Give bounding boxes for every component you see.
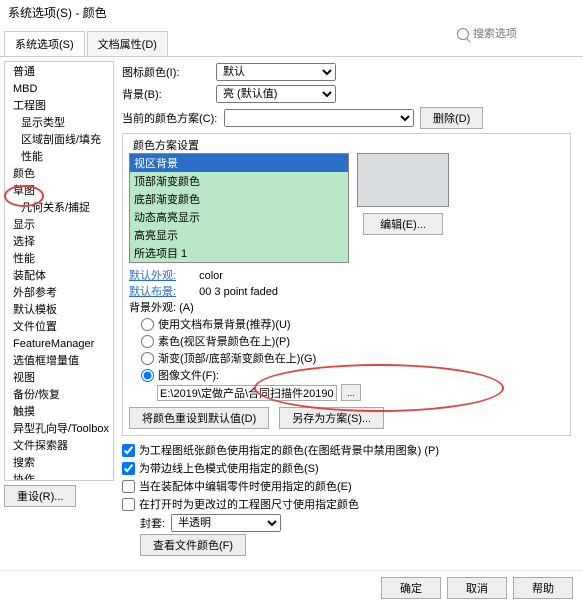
tree-item[interactable]: 选择 xyxy=(7,234,111,251)
tree-item[interactable]: 选值框增量值 xyxy=(7,353,111,370)
list-item[interactable]: 所选项目 1 xyxy=(130,244,348,262)
edit-color-button[interactable]: 编辑(E)... xyxy=(363,213,443,235)
tree-item[interactable]: 区域剖面线/填充 xyxy=(7,132,111,149)
tree-item[interactable]: 协作 xyxy=(7,472,111,481)
save-scheme-button[interactable]: 另存为方案(S)... xyxy=(279,407,384,429)
tree-item[interactable]: 备份/恢复 xyxy=(7,387,111,404)
tree-item[interactable]: 搜索 xyxy=(7,455,111,472)
cb-label: 在打开时为更改过的工程图尺寸使用指定颜色 xyxy=(139,496,359,512)
tree-item[interactable]: 草图 xyxy=(7,183,111,200)
tree-item[interactable]: 触摸 xyxy=(7,404,111,421)
tree-item[interactable]: 视图 xyxy=(7,370,111,387)
tab-system-options[interactable]: 系统选项(S) xyxy=(4,31,85,56)
radio-label: 素色(视区背景颜色在上)(P) xyxy=(158,333,290,349)
select-icon-color[interactable]: 默认 xyxy=(216,63,336,81)
radio-gradient[interactable] xyxy=(141,352,154,365)
radio-label: 渐变(顶部/底部渐变颜色在上)(G) xyxy=(158,350,316,366)
select-envelope[interactable]: 半透明 xyxy=(171,514,281,532)
cb-label: 为工程图纸张颜色使用指定的颜色(在图纸背景中禁用图象) (P) xyxy=(139,442,439,458)
help-button[interactable]: 帮助 xyxy=(513,577,573,599)
cancel-button[interactable]: 取消 xyxy=(447,577,507,599)
tree-item[interactable]: 默认模板 xyxy=(7,302,111,319)
tree-item[interactable]: 异型孔向导/Toolbox xyxy=(7,421,111,438)
dialog-buttons: 确定 取消 帮助 xyxy=(0,570,583,605)
tree-item[interactable]: 显示类型 xyxy=(7,115,111,132)
label-envelope: 封套: xyxy=(140,515,165,531)
tree-item[interactable]: 几何关系/捕捉 xyxy=(7,200,111,217)
tree-item[interactable]: MBD xyxy=(7,81,111,98)
label-background: 背景(B): xyxy=(122,86,212,102)
cb-label: 当在装配体中编辑零件时使用指定的颜色(E) xyxy=(139,478,352,494)
radio-label: 使用文档布景背景(推荐)(U) xyxy=(158,316,291,332)
tree-item[interactable]: 性能 xyxy=(7,251,111,268)
tree-item[interactable]: 普通 xyxy=(7,64,111,81)
tree-item[interactable]: 装配体 xyxy=(7,268,111,285)
tree-item[interactable]: 性能 xyxy=(7,149,111,166)
radio-plain[interactable] xyxy=(141,335,154,348)
tree-item-colors[interactable]: 颜色 xyxy=(7,166,111,183)
reset-colors-button[interactable]: 将颜色重设到默认值(D) xyxy=(129,407,269,429)
radio-label: 图像文件(F): xyxy=(158,367,219,383)
browse-button[interactable]: ... xyxy=(341,384,361,401)
tree-item[interactable]: 文件探索器 xyxy=(7,438,111,455)
color-scheme-listbox[interactable]: 视区背景 顶部渐变颜色 底部渐变颜色 动态高亮显示 高亮显示 所选项目 1 所选… xyxy=(129,153,349,263)
search-bar xyxy=(457,28,573,40)
search-input[interactable] xyxy=(473,28,573,40)
delete-scheme-button[interactable]: 删除(D) xyxy=(420,107,483,129)
radio-doc-bg[interactable] xyxy=(141,318,154,331)
view-file-colors-button[interactable]: 查看文件颜色(F) xyxy=(140,534,246,556)
color-preview xyxy=(357,153,449,207)
cb-assembly-edit-color[interactable] xyxy=(122,480,135,493)
tree-item[interactable]: 显示 xyxy=(7,217,111,234)
list-item[interactable]: 视区背景 xyxy=(130,154,348,172)
select-background[interactable]: 亮 (默认值) xyxy=(216,85,336,103)
tree-item[interactable]: 外部参考 xyxy=(7,285,111,302)
color-name: color xyxy=(199,270,223,282)
select-current-scheme[interactable] xyxy=(224,109,414,127)
list-item[interactable]: 所选项目 2 xyxy=(130,262,348,263)
tab-document-properties[interactable]: 文档属性(D) xyxy=(87,31,168,56)
list-item[interactable]: 高亮显示 xyxy=(130,226,348,244)
label-icon-color: 图标颜色(I): xyxy=(122,64,212,80)
list-item[interactable]: 底部渐变颜色 xyxy=(130,190,348,208)
link-default-bg[interactable]: 默认布景: xyxy=(129,286,176,298)
color-desc: 00 3 point faded xyxy=(199,286,278,298)
list-item[interactable]: 顶部渐变颜色 xyxy=(130,172,348,190)
search-icon xyxy=(457,28,469,40)
tree-item[interactable]: 文件位置 xyxy=(7,319,111,336)
tree-item[interactable]: FeatureManager xyxy=(7,336,111,353)
image-path-input[interactable] xyxy=(157,385,337,401)
ok-button[interactable]: 确定 xyxy=(381,577,441,599)
window-title: 系统选项(S) - 颜色 xyxy=(0,0,583,25)
label-bg-exterior: 背景外观: (A) xyxy=(129,299,564,315)
cb-edge-shade-color[interactable] xyxy=(122,462,135,475)
cb-label: 为带边线上色模式使用指定的颜色(S) xyxy=(139,460,319,476)
cb-changed-dim-color[interactable] xyxy=(122,498,135,511)
fieldset-color-scheme: 颜色方案设置 xyxy=(129,137,203,153)
reset-button[interactable]: 重设(R)... xyxy=(4,485,76,507)
list-item[interactable]: 动态高亮显示 xyxy=(130,208,348,226)
link-default-exterior[interactable]: 默认外观: xyxy=(129,270,176,282)
radio-image-file[interactable] xyxy=(141,369,154,382)
tree-item[interactable]: 工程图 xyxy=(7,98,111,115)
options-tree[interactable]: 普通 MBD 工程图 显示类型 区域剖面线/填充 性能 颜色 草图 几何关系/捕… xyxy=(4,61,114,481)
label-current-scheme: 当前的颜色方案(C): xyxy=(122,110,218,126)
cb-drawing-paper-color[interactable] xyxy=(122,444,135,457)
